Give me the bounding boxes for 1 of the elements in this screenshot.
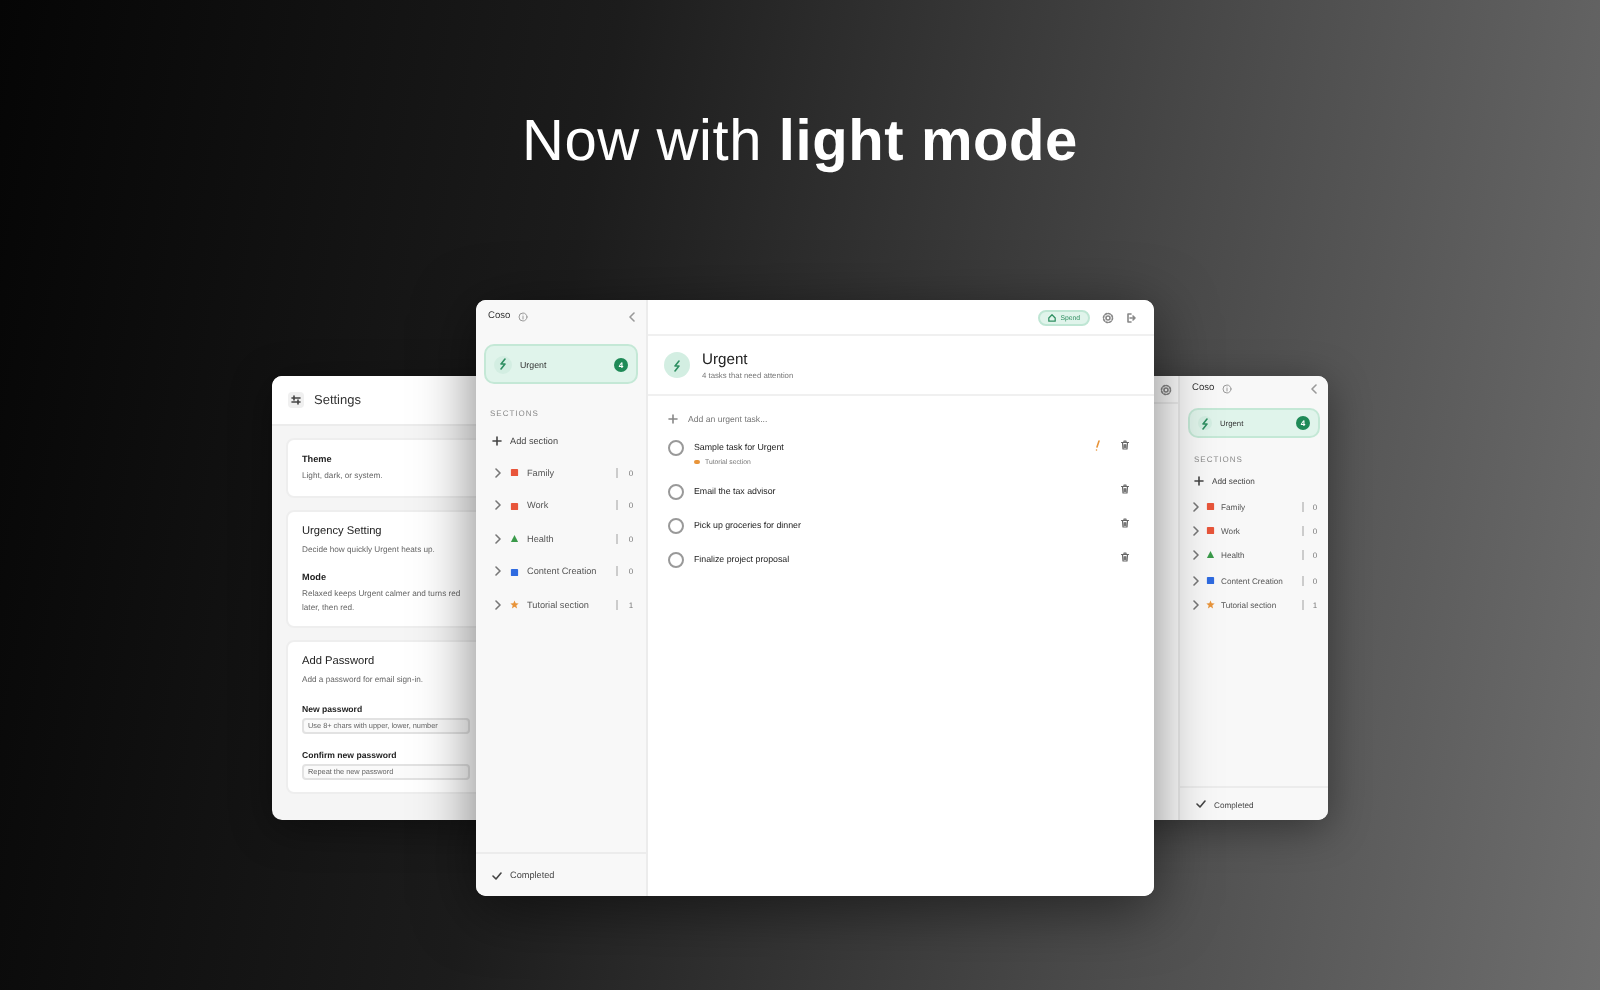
headline: Now with light mode [519,108,1080,176]
